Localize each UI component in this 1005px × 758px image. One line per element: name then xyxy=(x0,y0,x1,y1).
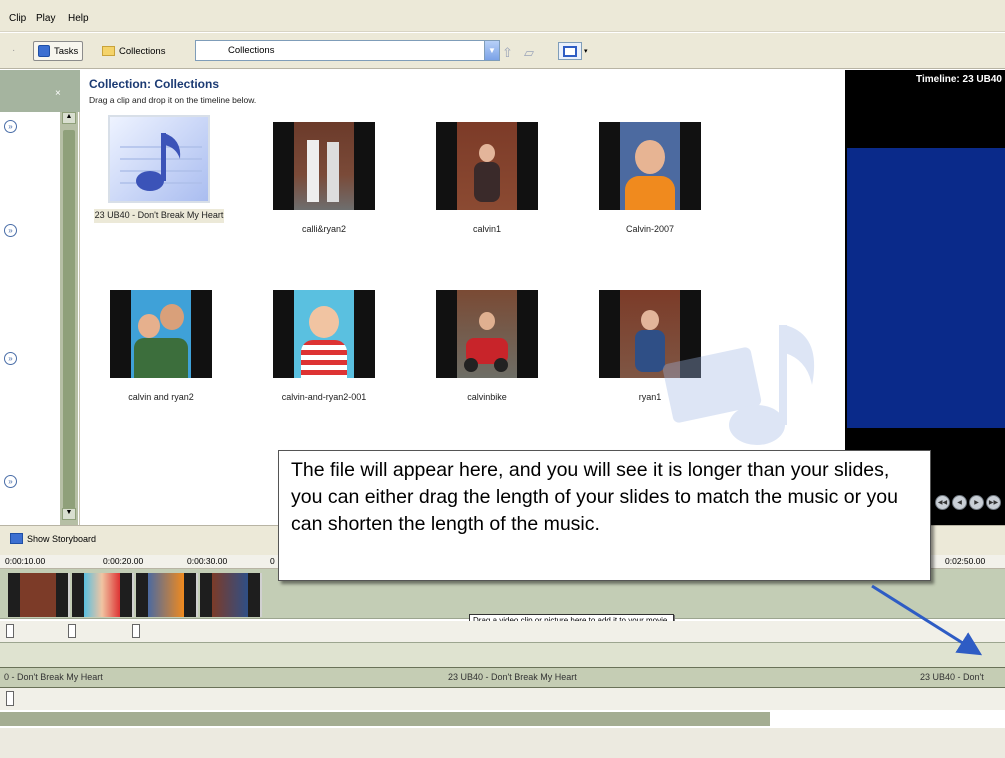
previous-frame-icon[interactable]: ◀ xyxy=(952,495,967,510)
next-frame-icon[interactable]: ▶ xyxy=(969,495,984,510)
annotation-arrow-icon xyxy=(871,584,983,656)
tasks-button[interactable]: Tasks xyxy=(33,41,84,61)
collection-select-value: Collections xyxy=(228,45,275,56)
collection-title: Collection: Collections xyxy=(89,77,220,91)
video-clip[interactable] xyxy=(200,573,262,617)
playback-controls: ◀◀ ◀ ▶ ▶▶ xyxy=(935,495,1001,510)
menu-help[interactable]: Help xyxy=(68,13,89,24)
expand-icon[interactable]: » xyxy=(4,120,17,133)
title-overlay-track[interactable] xyxy=(0,688,1005,710)
clip-thumbnail xyxy=(108,115,210,203)
tasks-pane-header xyxy=(0,70,80,112)
annotation-callout: The file will appear here, and you will … xyxy=(278,450,931,581)
scroll-up-icon[interactable]: ▲ xyxy=(62,112,76,124)
ruler-tick: 0:02:50.00 xyxy=(945,556,986,566)
audio-clip-label[interactable]: 23 UB40 - Don't xyxy=(920,672,984,682)
clip-label: calvin and ryan2 xyxy=(128,392,194,402)
expand-icon[interactable]: » xyxy=(4,224,17,237)
clip-label: 23 UB40 - Don't Break My Heart xyxy=(94,209,224,223)
expand-icon[interactable]: » xyxy=(4,352,17,365)
collections-button[interactable]: Collections xyxy=(98,41,169,61)
transition-marker[interactable] xyxy=(68,624,76,638)
rewind-icon[interactable]: ◀◀ xyxy=(935,495,950,510)
clip-thumbnail xyxy=(273,122,375,210)
clip-label: calli&ryan2 xyxy=(301,224,347,234)
clip-photo[interactable]: calvinbike xyxy=(422,290,552,403)
clip-thumbnail xyxy=(273,290,375,378)
collection-hint: Drag a clip and drop it on the timeline … xyxy=(89,95,257,105)
scroll-down-icon[interactable]: ▼ xyxy=(62,508,76,520)
timeline-horizontal-scrollbar[interactable] xyxy=(0,712,770,726)
up-folder-icon[interactable]: ⇧ xyxy=(502,45,513,61)
video-clip[interactable] xyxy=(8,573,70,617)
clip-label: calvin-and-ryan2-001 xyxy=(281,392,367,402)
show-storyboard-label: Show Storyboard xyxy=(27,533,97,544)
ruler-tick: 0:00:30.00 xyxy=(187,556,228,566)
preview-screen xyxy=(847,148,1005,428)
view-icon[interactable] xyxy=(558,42,582,60)
collection-select[interactable]: Collections ▼ xyxy=(195,40,500,61)
ruler-tick: 0 xyxy=(270,556,275,566)
view-dropdown-icon[interactable]: ▾ xyxy=(584,47,588,55)
audio-clip-label[interactable]: 23 UB40 - Don't Break My Heart xyxy=(448,672,577,682)
ruler-tick: 0:00:20.00 xyxy=(103,556,144,566)
menu-bar: Clip Play Help xyxy=(0,0,1005,32)
tasks-icon xyxy=(38,45,50,57)
new-folder-icon[interactable]: ▱ xyxy=(524,45,534,61)
clip-thumbnail xyxy=(436,122,538,210)
chevron-down-icon[interactable]: ▼ xyxy=(484,41,499,60)
clip-label: Calvin-2007 xyxy=(625,224,675,234)
clip-label: calvin1 xyxy=(472,224,501,234)
menu-play[interactable]: Play xyxy=(36,13,55,24)
expand-icon[interactable]: » xyxy=(4,475,17,488)
forward-icon[interactable]: ▶▶ xyxy=(986,495,1001,510)
collections-label: Collections xyxy=(119,45,166,57)
toolbar: · Tasks Collections Collections ▼ ⇧ ▱ ▾ xyxy=(0,33,1005,69)
clip-label: calvinbike xyxy=(467,392,507,402)
status-area xyxy=(0,728,1005,758)
clip-photo[interactable]: Calvin-2007 xyxy=(585,122,715,235)
music-note-icon xyxy=(120,133,202,191)
menu-clip[interactable]: Clip xyxy=(9,13,26,24)
clip-photo[interactable]: calvin and ryan2 xyxy=(96,290,226,403)
audio-clip-label[interactable]: 0 - Don't Break My Heart xyxy=(4,672,103,682)
video-clip[interactable] xyxy=(136,573,198,617)
tasks-scrollbar-thumb[interactable] xyxy=(63,130,75,510)
clip-photo[interactable]: calvin-and-ryan2-001 xyxy=(259,290,389,403)
toolbar-grip: · xyxy=(12,45,16,56)
show-storyboard-button[interactable]: Show Storyboard xyxy=(10,533,96,544)
tasks-pane: × » » » » ▲ ▼ xyxy=(0,70,80,525)
tasks-label: Tasks xyxy=(54,45,79,57)
transition-marker[interactable] xyxy=(132,624,140,638)
clip-photo[interactable]: calli&ryan2 xyxy=(259,122,389,235)
clip-thumbnail xyxy=(110,290,212,378)
clip-audio[interactable]: 23 UB40 - Don't Break My Heart xyxy=(94,115,224,223)
preview-title: Timeline: 23 UB40 xyxy=(916,74,1002,85)
clip-thumbnail xyxy=(436,290,538,378)
clip-photo[interactable]: calvin1 xyxy=(422,122,552,235)
clip-thumbnail xyxy=(599,122,701,210)
track-marker[interactable] xyxy=(6,691,14,706)
folder-icon xyxy=(102,46,115,56)
close-icon[interactable]: × xyxy=(55,88,61,99)
ruler-tick: 0:00:10.00 xyxy=(5,556,46,566)
video-clip[interactable] xyxy=(72,573,134,617)
transition-marker[interactable] xyxy=(6,624,14,638)
audio-music-track[interactable]: 0 - Don't Break My Heart 23 UB40 - Don't… xyxy=(0,667,1005,688)
storyboard-icon xyxy=(10,533,23,544)
